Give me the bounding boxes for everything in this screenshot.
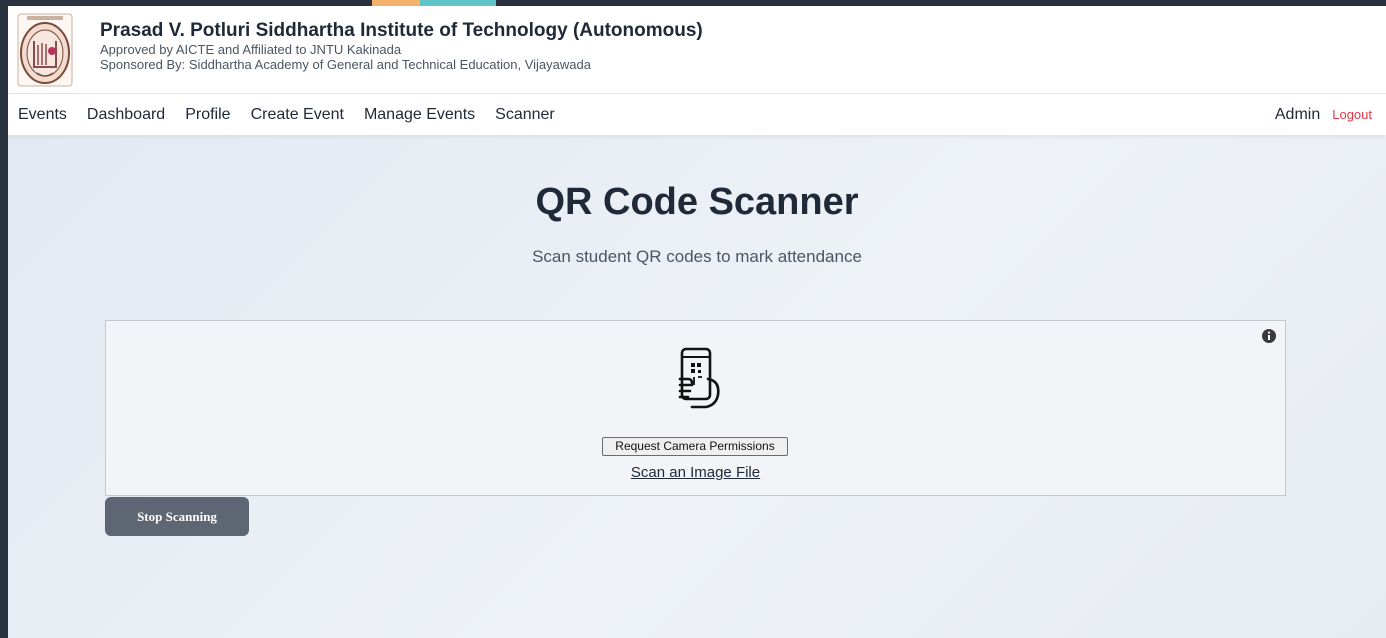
- navbar: Events Dashboard Profile Create Event Ma…: [8, 94, 1386, 135]
- nav-item-profile[interactable]: Profile: [185, 106, 230, 124]
- window-frame-left: [0, 0, 8, 638]
- nav-user-area: Admin Logout: [1275, 106, 1386, 124]
- nav-links: Events Dashboard Profile Create Event Ma…: [8, 106, 575, 124]
- page-subtitle: Scan student QR codes to mark attendance: [532, 247, 862, 266]
- institute-sponsor: Sponsored By: Siddhartha Academy of Gene…: [100, 56, 591, 72]
- nav-item-dashboard[interactable]: Dashboard: [87, 106, 165, 124]
- stop-scanning-button[interactable]: Stop Scanning: [105, 497, 249, 536]
- logout-link[interactable]: Logout: [1332, 107, 1372, 122]
- nav-item-scanner[interactable]: Scanner: [495, 106, 555, 124]
- request-camera-permissions-button[interactable]: Request Camera Permissions: [602, 437, 788, 456]
- nav-item-manage-events[interactable]: Manage Events: [364, 106, 475, 124]
- institute-logo: [16, 12, 74, 88]
- nav-item-events[interactable]: Events: [18, 106, 67, 124]
- info-icon[interactable]: [1261, 328, 1277, 344]
- institute-name: Prasad V. Potluri Siddhartha Institute o…: [100, 19, 703, 41]
- qr-scanner-region: Request Camera Permissions Scan an Image…: [105, 320, 1286, 496]
- institute-approval: Approved by AICTE and Affiliated to JNTU…: [100, 41, 402, 57]
- main-content: QR Code Scanner Scan student QR codes to…: [8, 135, 1386, 638]
- institute-header: Prasad V. Potluri Siddhartha Institute o…: [8, 6, 1386, 94]
- phone-qr-scan-icon: [670, 345, 726, 415]
- app: Prasad V. Potluri Siddhartha Institute o…: [8, 6, 1386, 638]
- institute-text: Prasad V. Potluri Siddhartha Institute o…: [100, 20, 703, 72]
- user-name: Admin: [1274, 105, 1321, 123]
- scan-image-file-link[interactable]: Scan an Image File: [106, 464, 1285, 481]
- page-title: QR Code Scanner: [535, 181, 859, 223]
- nav-item-create-event[interactable]: Create Event: [251, 106, 344, 124]
